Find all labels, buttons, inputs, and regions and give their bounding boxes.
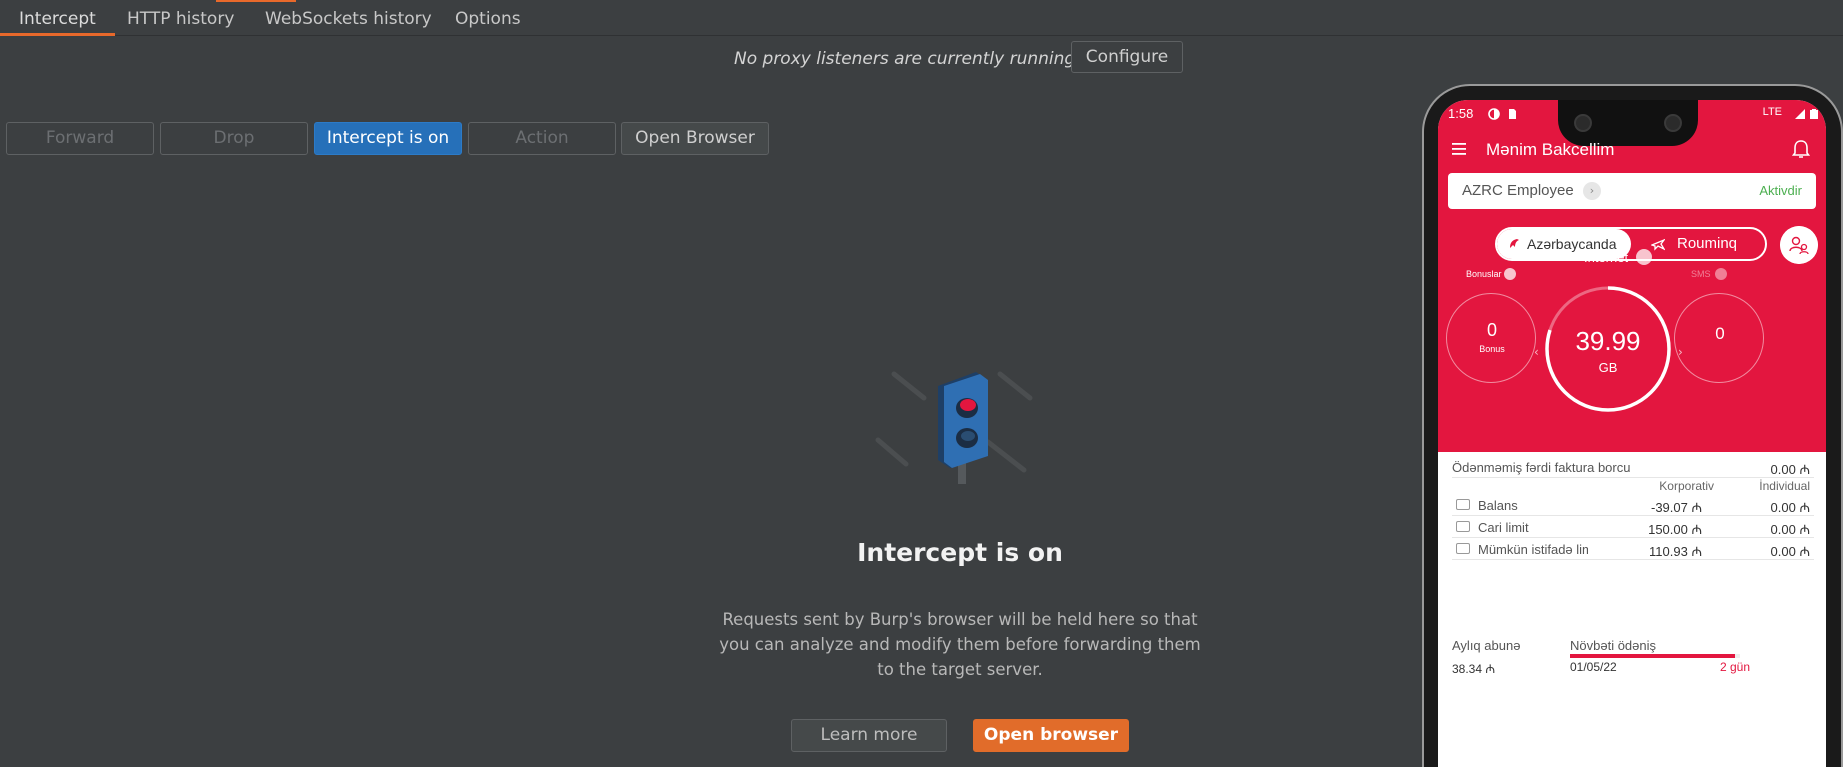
- traffic-light-icon: [875, 371, 1033, 484]
- airplane-icon: [1651, 238, 1665, 251]
- divider: [1452, 537, 1814, 538]
- credit-card-icon: [1456, 521, 1470, 532]
- sms-value: 0: [1715, 324, 1725, 343]
- next-payment-label: Növbəti ödəniş: [1570, 638, 1656, 653]
- subscription-label: Aylıq abunə: [1452, 638, 1521, 653]
- plan-status: Aktivdir: [1759, 183, 1802, 198]
- domestic-icon: [1510, 239, 1519, 248]
- invoice-value: 0.00 ₼: [1770, 462, 1810, 477]
- data-saver-icon: [1488, 108, 1500, 120]
- region-segmented-control: Azərbaycanda Rouminq: [1495, 227, 1767, 261]
- intercept-toggle-button[interactable]: Intercept is on: [314, 122, 462, 155]
- learn-more-button[interactable]: Learn more: [791, 719, 947, 752]
- bonus-label: Bonuslar: [1466, 269, 1502, 279]
- info-icon[interactable]: [1504, 268, 1516, 280]
- internet-label: İnternet: [1584, 250, 1629, 265]
- row-label: Cari limit: [1478, 520, 1529, 535]
- phone-mirror: 1:58 LTE Mənim Bakcellim AZRC Employee ›…: [1422, 84, 1843, 767]
- battery-icon: [1810, 109, 1818, 119]
- network-type: LTE: [1762, 106, 1782, 118]
- phone-frame: 1:58 LTE Mənim Bakcellim AZRC Employee ›…: [1422, 84, 1843, 767]
- chevron-left-icon[interactable]: ‹: [1534, 345, 1539, 359]
- credit-card-icon: [1456, 543, 1470, 554]
- divider: [1452, 477, 1814, 478]
- status-time: 1:58: [1448, 106, 1474, 121]
- next-payment-date: 01/05/22: [1570, 660, 1617, 674]
- row-corporate: -39.07 ₼: [1650, 500, 1702, 515]
- bonus-circle[interactable]: 0 Bonus: [1446, 293, 1536, 383]
- sms-circle[interactable]: 0: [1674, 293, 1764, 383]
- wallet-icon: [1456, 499, 1470, 510]
- days-left: 2 gün: [1720, 660, 1751, 674]
- divider: [1452, 559, 1814, 560]
- signal-icon: [1795, 109, 1805, 119]
- tab-http-history[interactable]: HTTP history: [127, 0, 234, 36]
- invoice-label: Ödənməmiş fərdi faktura borcu: [1452, 460, 1631, 475]
- column-individual: İndividual: [1759, 479, 1810, 493]
- forward-button[interactable]: Forward: [6, 122, 154, 155]
- internet-value: 39.99: [1575, 326, 1641, 356]
- camera-icon: [1664, 114, 1682, 132]
- sim-card-icon: [1509, 109, 1516, 119]
- plan-card[interactable]: AZRC Employee › Aktivdir: [1448, 173, 1816, 209]
- row-individual: 0.00 ₼: [1770, 500, 1810, 515]
- tab-websockets-history[interactable]: WebSockets history: [265, 0, 432, 36]
- empty-state-title: Intercept is on: [857, 538, 1063, 567]
- row-label: Balans: [1478, 498, 1518, 513]
- open-browser-toolbar-button[interactable]: Open Browser: [621, 122, 769, 155]
- row-corporate: 150.00 ₼: [1648, 522, 1702, 537]
- proxy-listener-message: No proxy listeners are currently running: [734, 49, 1076, 69]
- configure-button[interactable]: Configure: [1071, 41, 1183, 73]
- phone-screen: 1:58 LTE Mənim Bakcellim AZRC Employee ›…: [1438, 100, 1826, 767]
- tab-options[interactable]: Options: [455, 0, 521, 36]
- next-payment-progress-fill: [1570, 654, 1735, 658]
- drop-button[interactable]: Drop: [160, 122, 308, 155]
- row-individual: 0.00 ₼: [1770, 544, 1810, 559]
- plan-name: AZRC Employee: [1462, 182, 1574, 199]
- row-corporate: 110.93 ₼: [1649, 544, 1702, 559]
- proxy-listener-notice: No proxy listeners are currently running…: [0, 41, 1843, 75]
- action-button[interactable]: Action: [468, 122, 616, 155]
- row-label: Mümkün istifadə limiti: [1478, 542, 1588, 557]
- chevron-right-icon: ›: [1583, 182, 1601, 200]
- subscription-value: 38.34 ₼: [1452, 662, 1496, 676]
- info-icon[interactable]: [1636, 249, 1652, 265]
- contacts-icon[interactable]: [1780, 226, 1818, 264]
- internet-gauge[interactable]: 39.99 GB: [1543, 284, 1673, 414]
- next-payment-progress: [1570, 654, 1740, 658]
- notification-bell-icon[interactable]: [1790, 138, 1812, 160]
- camera-icon: [1574, 114, 1592, 132]
- hamburger-menu-icon[interactable]: [1452, 142, 1468, 156]
- column-corporate: Korporativ: [1659, 479, 1714, 493]
- empty-state-description: Requests sent by Burp's browser will be …: [719, 610, 1201, 679]
- row-individual: 0.00 ₼: [1770, 522, 1810, 537]
- divider: [1452, 515, 1814, 516]
- internet-unit: GB: [1598, 360, 1618, 375]
- proxy-tab-bar: Intercept HTTP history WebSockets histor…: [0, 0, 1843, 36]
- app-title: Mənim Bakcellim: [1486, 140, 1615, 159]
- app-header-area: 1:58 LTE Mənim Bakcellim AZRC Employee ›…: [1438, 100, 1826, 452]
- bonus-unit: Bonus: [1479, 344, 1505, 354]
- tab-intercept[interactable]: Intercept: [0, 0, 115, 36]
- open-browser-button[interactable]: Open browser: [973, 719, 1129, 752]
- sms-label: SMS: [1691, 269, 1711, 279]
- bonus-value: 0: [1486, 320, 1497, 340]
- info-icon[interactable]: [1715, 268, 1727, 280]
- segment-roaming-label: Rouminq: [1677, 235, 1738, 252]
